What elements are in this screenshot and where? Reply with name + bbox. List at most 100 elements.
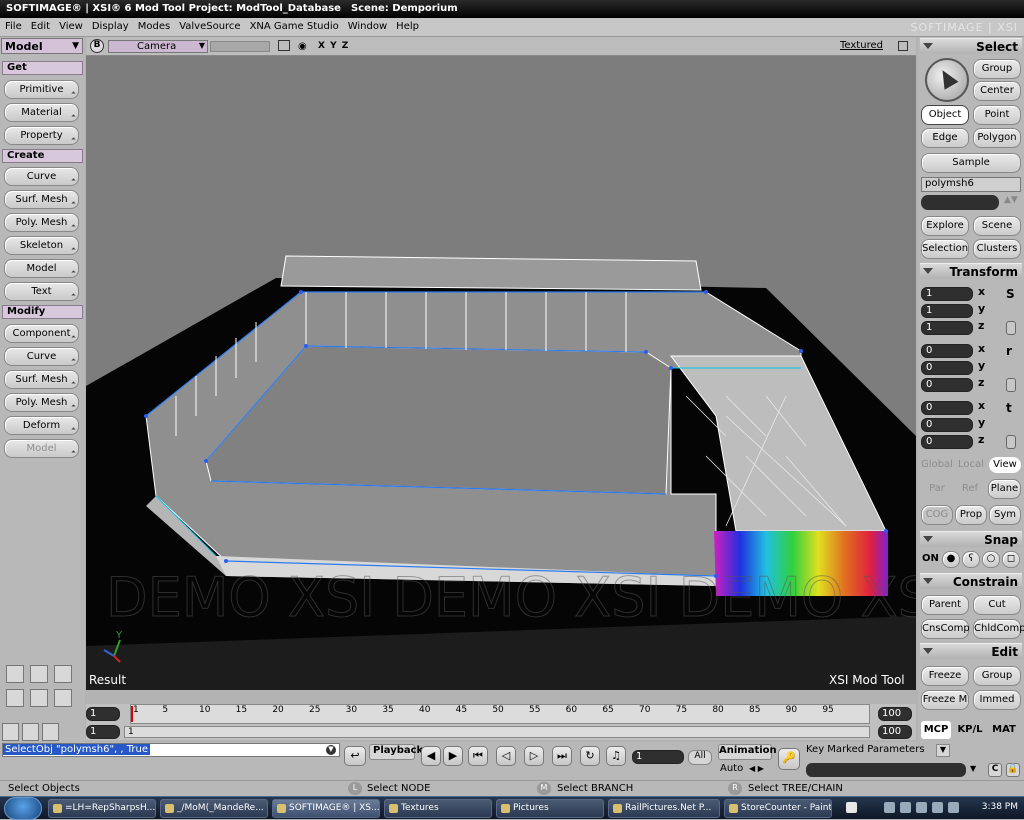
scale-z-label[interactable]: z [978, 319, 990, 332]
3d-viewport[interactable]: DEMO XSI DEMO XSI DEMO XSI DEMO XSI Y Re… [86, 56, 916, 690]
ref-mode-button[interactable]: Ref [956, 479, 984, 494]
rotate-y-field[interactable]: 0 [921, 361, 973, 375]
maximize-view-icon[interactable] [898, 41, 908, 51]
scale-x-label[interactable]: x [978, 285, 990, 298]
task-item[interactable]: Pictures [496, 799, 604, 818]
get-primitive-button[interactable]: Primitive [4, 80, 79, 99]
chevron-down-icon[interactable]: ▼ [326, 745, 336, 755]
clear-icon[interactable]: C [988, 763, 1002, 777]
mode-selector[interactable]: Model ▼ [1, 38, 83, 54]
translate-z-field[interactable]: 0 [921, 435, 973, 449]
lock-icon[interactable] [1006, 378, 1016, 392]
help-tray-icon[interactable] [846, 802, 857, 813]
snap-options-icon[interactable]: ◻ [1002, 551, 1020, 568]
scale-y-field[interactable]: 1 [921, 304, 973, 318]
lock-icon[interactable]: 🔒 [1006, 763, 1020, 777]
modify-curve-button[interactable]: Curve [4, 347, 79, 366]
camera-selector[interactable]: Camera ▼ [108, 40, 208, 53]
translate-y-field[interactable]: 0 [921, 418, 973, 432]
tray-icon[interactable] [932, 802, 943, 813]
range-slider[interactable]: 1 [124, 726, 870, 738]
network-tray-icon[interactable] [916, 802, 927, 813]
layout-graph-icon[interactable] [6, 665, 24, 683]
create-surf-mesh-button[interactable]: Surf. Mesh [4, 190, 79, 209]
display-mode-selector[interactable]: Textured [840, 40, 883, 51]
rotate-y-label[interactable]: y [978, 359, 990, 372]
view-mode-button[interactable]: View [989, 457, 1021, 473]
view-slots[interactable] [210, 41, 270, 52]
par-mode-button[interactable]: Par [922, 479, 952, 494]
modify-surf-mesh-button[interactable]: Surf. Mesh [4, 370, 79, 389]
snap-header[interactable]: Snap [920, 531, 1022, 547]
key-marked-menu-icon[interactable]: ▼ [936, 744, 950, 757]
layout-split-icon[interactable] [30, 665, 48, 683]
scale-x-field[interactable]: 1 [921, 287, 973, 301]
task-item-active[interactable]: SOFTIMAGE® | XS... [272, 799, 380, 818]
layout-tl-icon[interactable] [6, 689, 24, 707]
constrain-header[interactable]: Constrain [920, 573, 1022, 589]
menu-view[interactable]: View [54, 18, 87, 32]
task-item[interactable]: _/MoM(_MandeRe... [160, 799, 268, 818]
tab-mcp[interactable]: MCP [921, 721, 951, 739]
select-sample-button[interactable]: Sample [921, 153, 1021, 173]
menu-edit[interactable]: Edit [26, 18, 54, 32]
tray-icon[interactable] [884, 802, 895, 813]
select-tool-icon[interactable] [2, 723, 19, 741]
cnscomp-button[interactable]: CnsComp [921, 619, 970, 639]
scale-y-label[interactable]: y [978, 302, 990, 315]
create-poly-mesh-button[interactable]: Poly. Mesh [4, 213, 79, 232]
menu-help[interactable]: Help [391, 18, 423, 32]
cut-button[interactable]: Cut [973, 595, 1021, 615]
snap-grid-icon[interactable]: ○ [982, 551, 1000, 568]
spinner-icon[interactable]: ▲▼ [1004, 195, 1018, 205]
chldcomp-button[interactable]: ChldComp [973, 619, 1024, 639]
paint-tool-icon[interactable] [42, 723, 59, 741]
timeline-ruler[interactable]: 1 5 10 15 20 25 30 35 40 45 50 55 60 65 70 75 80 85 90 95 [130, 704, 870, 724]
cog-button[interactable]: COG [921, 505, 953, 525]
timeline-start-field[interactable]: 1 [86, 707, 120, 721]
clock[interactable]: 3:38 PM [982, 802, 1018, 812]
edit-group-button[interactable]: Group [973, 666, 1021, 686]
keyable-params-field[interactable] [806, 763, 966, 777]
immed-button[interactable]: Immed [973, 690, 1021, 710]
start-orb-icon[interactable] [4, 797, 42, 820]
modify-deform-button[interactable]: Deform [4, 416, 79, 435]
next-key-icon[interactable]: ▶ [443, 746, 463, 766]
edit-header[interactable]: Edit [920, 643, 1022, 659]
get-property-button[interactable]: Property [4, 126, 79, 145]
audio-icon[interactable]: ♫ [606, 746, 626, 766]
current-frame-field[interactable]: 1 [632, 750, 684, 764]
play-icon[interactable]: ▷ [524, 746, 544, 766]
translate-x-field[interactable]: 0 [921, 401, 973, 415]
menu-display[interactable]: Display [87, 18, 133, 32]
layout-quad-icon[interactable] [54, 665, 72, 683]
layout-br-icon[interactable] [54, 689, 72, 707]
camera-icon[interactable] [278, 40, 290, 51]
rotate-tool-icon[interactable]: r [1006, 344, 1012, 358]
select-arrow-icon[interactable] [925, 58, 969, 102]
scale-tool-icon[interactable]: S [1006, 287, 1015, 301]
range-end-field[interactable]: 100 [878, 725, 912, 739]
task-item[interactable]: StoreCounter - Paint [724, 799, 832, 818]
lock-icon[interactable] [1006, 321, 1016, 335]
clusters-button[interactable]: Clusters [973, 239, 1021, 259]
parent-button[interactable]: Parent [921, 595, 969, 615]
last-frame-icon[interactable]: ⏭ [552, 746, 572, 766]
rotate-z-label[interactable]: z [978, 376, 990, 389]
select-header[interactable]: Select [920, 38, 1022, 54]
loop-icon[interactable]: ↻ [580, 746, 600, 766]
scale-z-field[interactable]: 1 [921, 321, 973, 335]
task-item[interactable]: RailPictures.Net P... [608, 799, 720, 818]
axis-toggles[interactable]: X Y Z [318, 41, 348, 51]
previous-key-icon[interactable]: ◀ [421, 746, 441, 766]
snap-on-toggle[interactable]: ON [922, 553, 939, 564]
menu-window[interactable]: Window [343, 18, 391, 32]
save-key-icon[interactable]: 🔑 [778, 748, 800, 770]
script-editor-icon[interactable]: ↩ [344, 746, 366, 766]
get-material-button[interactable]: Material [4, 103, 79, 122]
section-modify[interactable]: Modify [2, 305, 83, 319]
snap-point-icon[interactable]: ● [942, 551, 960, 568]
prop-button[interactable]: Prop [955, 505, 987, 525]
freeze-m-button[interactable]: Freeze M [921, 690, 969, 710]
task-item[interactable]: =LH=RepSharpsH... [48, 799, 156, 818]
